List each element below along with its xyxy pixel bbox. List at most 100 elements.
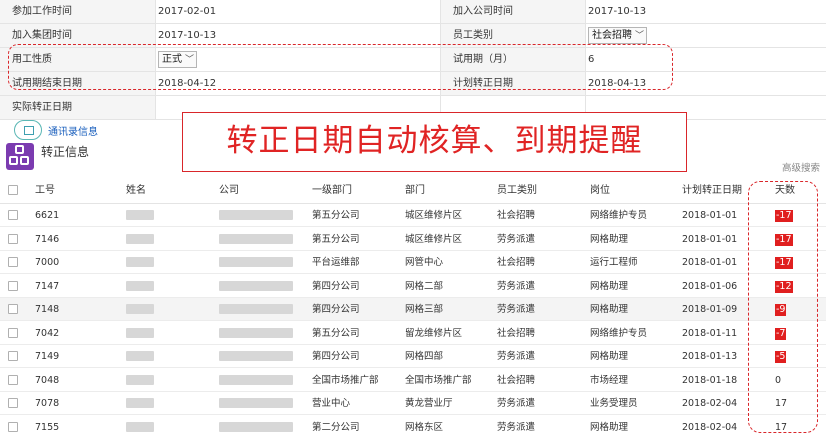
actual-regular-label: 实际转正日期: [0, 96, 155, 119]
cell-type: 社会招聘: [497, 374, 536, 386]
cell-date: 2018-01-13: [682, 351, 738, 362]
cell-type: 劳务派遣: [497, 304, 536, 315]
cell-dept1: 平台运维部: [312, 257, 360, 268]
table-row[interactable]: 7149 第四分公司 网格四部 劳务派遣 网格助理 2018-01-13 -5: [0, 345, 826, 368]
cell-type: 社会招聘: [497, 327, 536, 339]
row-checkbox[interactable]: [8, 374, 18, 385]
cell-dept1: 营业中心: [312, 398, 351, 409]
cell-name-redacted: [126, 204, 206, 226]
row-checkbox[interactable]: [8, 304, 18, 314]
row-checkbox[interactable]: [8, 210, 18, 220]
cell-name-redacted: [126, 416, 206, 435]
cell-name-redacted: [126, 298, 206, 320]
cell-dept: 城区维修片区: [405, 233, 463, 245]
cell-dept1: 第四分公司: [312, 304, 360, 315]
cell-dept1: 第四分公司: [312, 351, 360, 362]
cell-dept: 留龙维修片区: [405, 327, 463, 339]
annotation-callout: 转正日期自动核算、到期提醒: [182, 112, 687, 172]
col-header-dept[interactable]: 部门: [405, 178, 490, 203]
form-highlight-box: [8, 44, 673, 90]
cell-type: 劳务派遣: [497, 351, 536, 362]
cell-post: 网格助理: [590, 304, 629, 315]
cell-date: 2018-01-01: [682, 257, 738, 268]
cell-post: 业务受理员: [590, 398, 638, 409]
table-row[interactable]: 7148 第四分公司 网格三部 劳务派遣 网格助理 2018-01-09 -9: [0, 298, 826, 321]
col-header-date[interactable]: 计划转正日期: [682, 178, 752, 203]
table-row[interactable]: 7147 第四分公司 网格二部 劳务派遣 网格助理 2018-01-06 -12: [0, 274, 826, 298]
cell-id: 7149: [35, 351, 60, 362]
cell-company-redacted: [219, 369, 304, 391]
chevron-down-icon: ﹀: [635, 31, 645, 41]
cell-dept1: 第五分公司: [312, 233, 360, 245]
col-header-id[interactable]: 工号: [35, 178, 115, 203]
row-checkbox[interactable]: [8, 233, 18, 244]
row-checkbox[interactable]: [8, 327, 18, 338]
employee-type-select[interactable]: 社会招聘 ﹀: [588, 27, 648, 44]
col-header-post[interactable]: 岗位: [590, 178, 675, 203]
advanced-search-link[interactable]: 高级搜索: [782, 160, 820, 174]
cell-post: 网格助理: [590, 421, 629, 433]
contact-link[interactable]: 通讯录信息: [48, 123, 98, 138]
cell-id: 7147: [35, 280, 60, 292]
cell-id: 7148: [35, 304, 60, 315]
cell-date: 2018-02-04: [682, 398, 738, 409]
cell-post: 网络维护专员: [590, 327, 648, 339]
cell-date: 2018-01-01: [682, 233, 738, 245]
cell-dept1: 第四分公司: [312, 280, 360, 292]
section-title: 转正信息: [41, 145, 90, 159]
cell-id: 7146: [35, 233, 60, 245]
cell-company-redacted: [219, 392, 304, 414]
cell-date: 2018-01-18: [682, 374, 738, 386]
table-row[interactable]: 7146 第五分公司 城区维修片区 劳务派遣 网格助理 2018-01-01 -17: [0, 227, 826, 251]
col-header-name[interactable]: 姓名: [126, 178, 206, 203]
cell-company-redacted: [219, 275, 304, 297]
cell-company-redacted: [219, 251, 304, 273]
cell-date: 2018-01-09: [682, 304, 738, 315]
table-row[interactable]: 7048 全国市场推广部 全国市场推广部 社会招聘 市场经理 2018-01-18 0: [0, 368, 826, 392]
col-header-type[interactable]: 员工类别: [497, 178, 582, 203]
cell-company-redacted: [219, 416, 304, 435]
cell-company-redacted: [219, 228, 304, 250]
cell-date: 2018-01-11: [682, 327, 738, 339]
cell-type: 劳务派遣: [497, 233, 536, 245]
cell-post: 运行工程师: [590, 257, 638, 268]
cell-post: 网格助理: [590, 351, 629, 362]
cell-dept: 网格东区: [405, 421, 444, 433]
cell-company-redacted: [219, 322, 304, 344]
cell-dept: 网管中心: [405, 257, 444, 268]
table-row[interactable]: 6621 第五分公司 城区维修片区 社会招聘 网络维护专员 2018-01-01 -17: [0, 204, 826, 227]
table-row[interactable]: 7155 第二分公司 网格东区 劳务派遣 网格助理 2018-02-04 17: [0, 415, 826, 435]
book-icon[interactable]: [14, 120, 42, 140]
cell-type: 社会招聘: [497, 257, 536, 268]
row-checkbox[interactable]: [8, 351, 18, 361]
cell-post: 网络维护专员: [590, 210, 648, 221]
cell-type: 社会招聘: [497, 210, 536, 221]
col-header-dept1[interactable]: 一级部门: [312, 178, 397, 203]
cell-name-redacted: [126, 322, 206, 344]
cell-dept1: 第五分公司: [312, 327, 360, 339]
row-checkbox[interactable]: [8, 280, 18, 291]
cell-id: 7155: [35, 421, 60, 433]
cell-name-redacted: [126, 392, 206, 414]
cell-name-redacted: [126, 345, 206, 367]
cell-dept: 城区维修片区: [405, 210, 463, 221]
col-header-company[interactable]: 公司: [219, 178, 299, 203]
table-row[interactable]: 7000 平台运维部 网管中心 社会招聘 运行工程师 2018-01-01 -17: [0, 251, 826, 274]
cell-type: 劳务派遣: [497, 280, 536, 292]
cell-dept: 网格四部: [405, 351, 444, 362]
row-checkbox[interactable]: [8, 257, 18, 267]
work-start-label: 参加工作时间: [0, 0, 155, 23]
form-row: 参加工作时间 2017-02-01 加入公司时间 2017-10-13: [0, 0, 826, 24]
cell-date: 2018-01-01: [682, 210, 738, 221]
cell-dept: 网格二部: [405, 280, 444, 292]
cell-name-redacted: [126, 275, 206, 297]
days-highlight-box: [748, 181, 818, 433]
table-row[interactable]: 7042 第五分公司 留龙维修片区 社会招聘 网络维护专员 2018-01-11 -7: [0, 321, 826, 345]
select-all-checkbox[interactable]: [8, 185, 18, 195]
cell-dept1: 全国市场推广部: [312, 374, 379, 386]
row-checkbox[interactable]: [8, 421, 18, 432]
row-checkbox[interactable]: [8, 398, 18, 408]
work-start-value: 2017-02-01: [155, 0, 440, 23]
table-row[interactable]: 7078 营业中心 黄龙营业厅 劳务派遣 业务受理员 2018-02-04 17: [0, 392, 826, 415]
cell-name-redacted: [126, 369, 206, 391]
